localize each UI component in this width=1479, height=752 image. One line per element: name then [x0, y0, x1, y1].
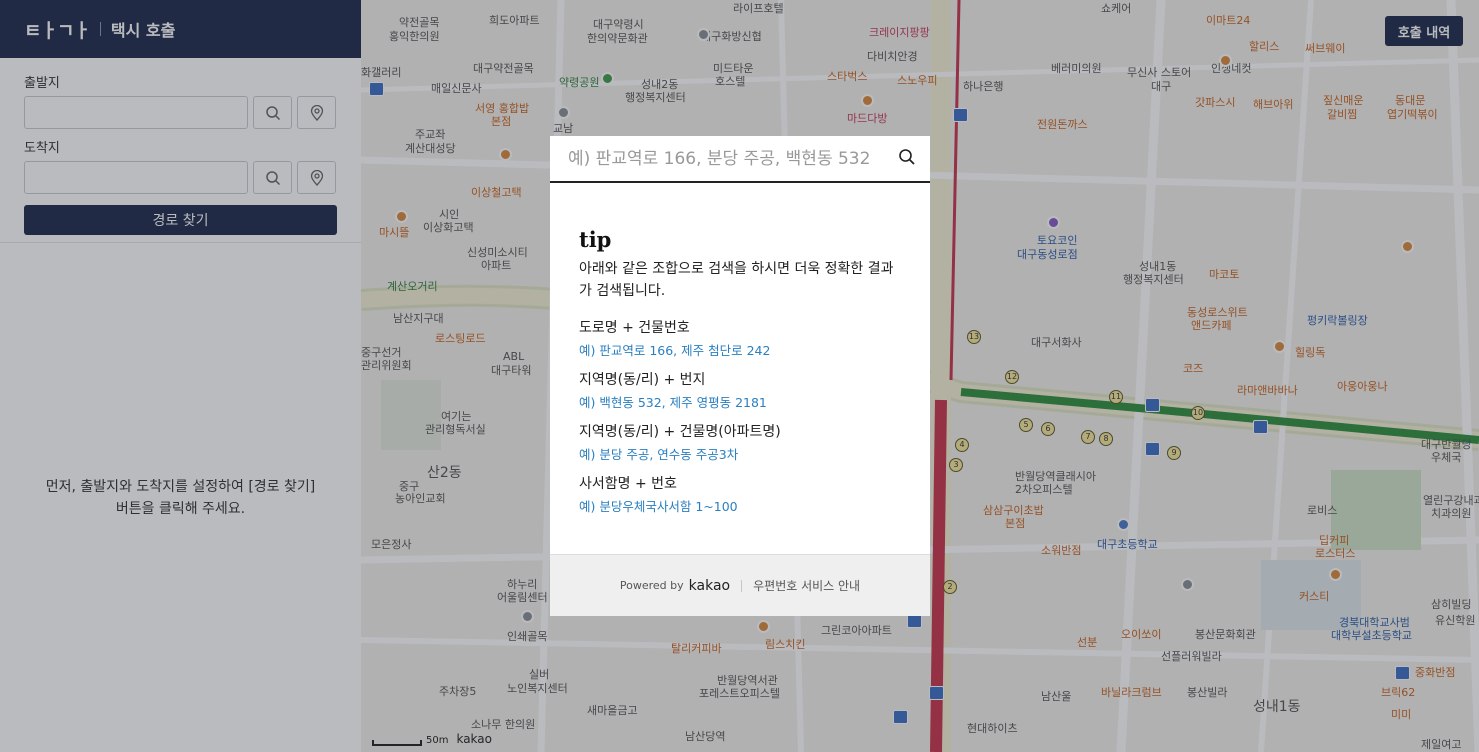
tip-example: 예) 분당우체국사서함 1~100 — [579, 499, 738, 514]
search-icon[interactable] — [898, 148, 916, 170]
kakao-logo[interactable]: kakao — [689, 578, 730, 594]
tip-head: 사서함명 + 번호 — [579, 476, 677, 492]
tip-description: 아래와 같은 조합으로 검색을 하시면 더욱 정확한 결과가 검색됩니다. — [579, 261, 894, 299]
tip-example: 예) 판교역로 166, 제주 첨단로 242 — [579, 343, 771, 358]
powered-by-text: Powered by — [619, 579, 684, 592]
tip-head: 지역명(동/리) + 건물명(아파트명) — [579, 424, 781, 440]
tip-item: 지역명(동/리) + 건물명(아파트명) 예) 분당 주공, 연수동 주공3차 — [579, 422, 901, 465]
search-tips: tip 아래와 같은 조합으로 검색을 하시면 더욱 정확한 결과가 검색됩니다… — [550, 183, 930, 517]
tip-item: 지역명(동/리) + 번지 예) 백현동 532, 제주 영평동 2181 — [579, 370, 901, 413]
modal-footer: Powered by kakao 우편번호 서비스 안내 — [550, 554, 930, 616]
postal-service-guide-link[interactable]: 우편번호 서비스 안내 — [753, 577, 860, 594]
address-search-bar — [550, 136, 930, 183]
tip-head: 지역명(동/리) + 번지 — [579, 372, 706, 388]
tip-item: 사서함명 + 번호 예) 분당우체국사서함 1~100 — [579, 474, 901, 517]
tip-head: 도로명 + 건물번호 — [579, 320, 690, 336]
tip-item: 도로명 + 건물번호 예) 판교역로 166, 제주 첨단로 242 — [579, 318, 901, 361]
tip-example: 예) 백현동 532, 제주 영평동 2181 — [579, 395, 767, 410]
address-search-modal: tip 아래와 같은 조합으로 검색을 하시면 더욱 정확한 결과가 검색됩니다… — [550, 136, 930, 616]
footer-divider — [741, 579, 743, 592]
tip-example: 예) 분당 주공, 연수동 주공3차 — [579, 447, 739, 462]
tip-title: tip — [579, 227, 612, 252]
address-search-input[interactable] — [568, 148, 898, 169]
